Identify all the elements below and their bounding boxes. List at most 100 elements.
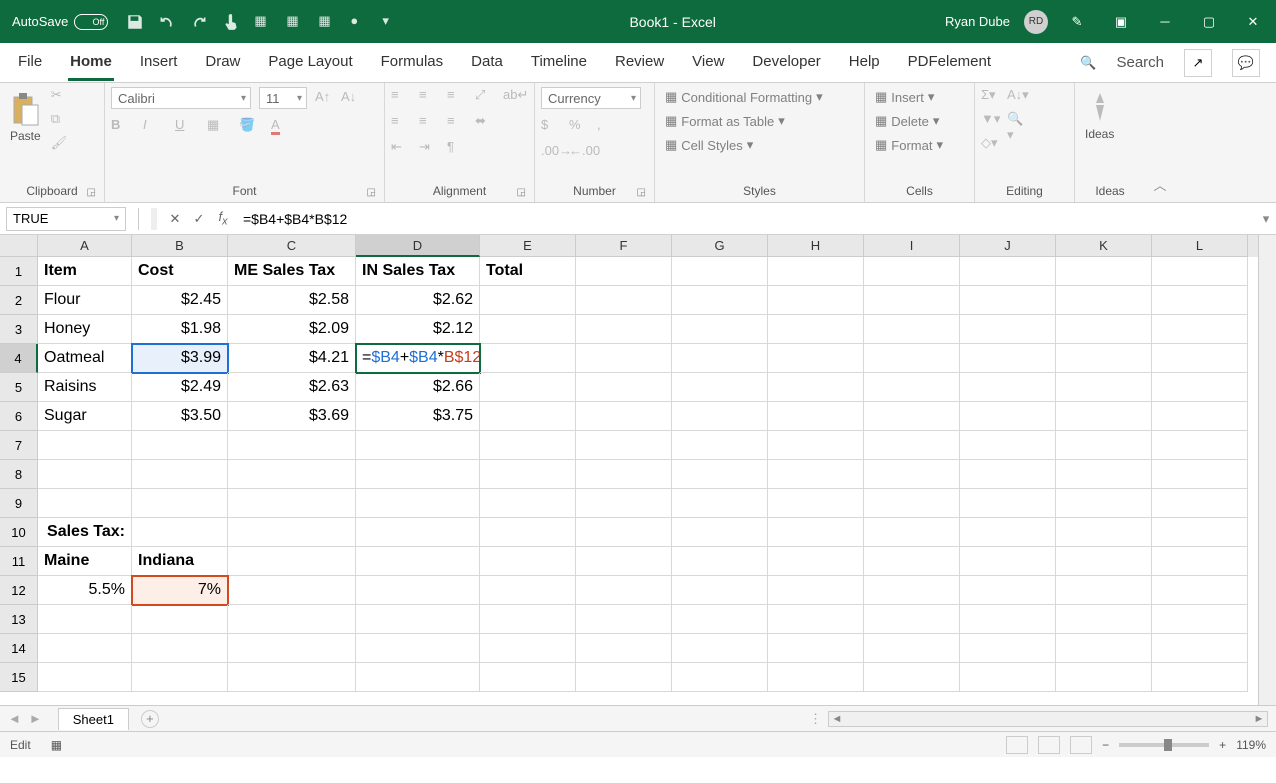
cell-B9[interactable] xyxy=(132,489,228,518)
cell-H15[interactable] xyxy=(768,663,864,692)
cell-C8[interactable] xyxy=(228,460,356,489)
cell-C12[interactable] xyxy=(228,576,356,605)
cell-F10[interactable] xyxy=(576,518,672,547)
cell-L2[interactable] xyxy=(1152,286,1248,315)
tab-page-layout[interactable]: Page Layout xyxy=(266,45,354,81)
row-header-5[interactable]: 5 xyxy=(0,373,38,402)
cell-D13[interactable] xyxy=(356,605,480,634)
tab-view[interactable]: View xyxy=(690,45,726,81)
cell-C2[interactable]: $2.58 xyxy=(228,286,356,315)
collapse-ribbon-icon[interactable]: ︿ xyxy=(1145,83,1175,202)
tab-insert[interactable]: Insert xyxy=(138,45,180,81)
cell-G4[interactable] xyxy=(672,344,768,373)
column-header-B[interactable]: B xyxy=(132,235,228,257)
row-header-9[interactable]: 9 xyxy=(0,489,38,518)
font-color-icon[interactable]: A xyxy=(271,117,289,135)
align-left-icon[interactable]: ≡ xyxy=(391,113,409,131)
cell-G6[interactable] xyxy=(672,402,768,431)
cell-L3[interactable] xyxy=(1152,315,1248,344)
copy-icon[interactable]: ⧉ xyxy=(51,111,69,129)
cell-A4[interactable]: Oatmeal xyxy=(38,344,132,373)
cell-H13[interactable] xyxy=(768,605,864,634)
cell-C11[interactable] xyxy=(228,547,356,576)
cell-K13[interactable] xyxy=(1056,605,1152,634)
cell-F8[interactable] xyxy=(576,460,672,489)
cell-G7[interactable] xyxy=(672,431,768,460)
tab-timeline[interactable]: Timeline xyxy=(529,45,589,81)
cell-D1[interactable]: IN Sales Tax xyxy=(356,257,480,286)
undo-icon[interactable] xyxy=(158,13,176,31)
increase-indent-icon[interactable]: ⇥ xyxy=(419,139,437,157)
column-header-I[interactable]: I xyxy=(864,235,960,257)
cell-B8[interactable] xyxy=(132,460,228,489)
cell-H6[interactable] xyxy=(768,402,864,431)
align-center-icon[interactable]: ≡ xyxy=(419,113,437,131)
row-header-15[interactable]: 15 xyxy=(0,663,38,692)
qat-more-icon[interactable]: ▾ xyxy=(382,13,400,31)
cell-I10[interactable] xyxy=(864,518,960,547)
conditional-formatting-button[interactable]: ▦Conditional Formatting ▾ xyxy=(661,87,827,107)
cell-K15[interactable] xyxy=(1056,663,1152,692)
cell-B11[interactable]: Indiana xyxy=(132,547,228,576)
cell-E8[interactable] xyxy=(480,460,576,489)
number-format-combo[interactable]: Currency xyxy=(541,87,641,109)
cell-L11[interactable] xyxy=(1152,547,1248,576)
share-button[interactable]: ↗ xyxy=(1184,49,1212,77)
cell-J5[interactable] xyxy=(960,373,1056,402)
format-painter-icon[interactable]: 🖌 xyxy=(51,135,69,153)
sort-filter-icon[interactable]: A↓▾ xyxy=(1007,87,1025,105)
column-header-E[interactable]: E xyxy=(480,235,576,257)
cell-L9[interactable] xyxy=(1152,489,1248,518)
cell-B14[interactable] xyxy=(132,634,228,663)
cell-A14[interactable] xyxy=(38,634,132,663)
cell-A15[interactable] xyxy=(38,663,132,692)
qat-icon-3[interactable]: ▦ xyxy=(318,13,336,31)
cell-E2[interactable] xyxy=(480,286,576,315)
cell-E7[interactable] xyxy=(480,431,576,460)
cell-A1[interactable]: Item xyxy=(38,257,132,286)
column-header-K[interactable]: K xyxy=(1056,235,1152,257)
cell-C9[interactable] xyxy=(228,489,356,518)
search-label[interactable]: Search xyxy=(1116,54,1164,71)
column-header-J[interactable]: J xyxy=(960,235,1056,257)
cell-L5[interactable] xyxy=(1152,373,1248,402)
cell-B4[interactable]: $3.99 xyxy=(132,344,228,373)
cell-I5[interactable] xyxy=(864,373,960,402)
cell-I9[interactable] xyxy=(864,489,960,518)
cell-G3[interactable] xyxy=(672,315,768,344)
cell-B1[interactable]: Cost xyxy=(132,257,228,286)
merge-icon[interactable]: ⬌ xyxy=(475,113,493,131)
align-top-icon[interactable]: ≡ xyxy=(391,87,409,105)
expand-formula-bar-icon[interactable]: ▾ xyxy=(1256,211,1276,227)
cell-B6[interactable]: $3.50 xyxy=(132,402,228,431)
number-launcher-icon[interactable]: ◲ xyxy=(637,187,646,198)
cell-I3[interactable] xyxy=(864,315,960,344)
cell-I6[interactable] xyxy=(864,402,960,431)
cell-E3[interactable] xyxy=(480,315,576,344)
cell-E10[interactable] xyxy=(480,518,576,547)
cell-H10[interactable] xyxy=(768,518,864,547)
cell-A7[interactable] xyxy=(38,431,132,460)
row-header-8[interactable]: 8 xyxy=(0,460,38,489)
fill-icon[interactable]: ▼▾ xyxy=(981,111,999,129)
cell-F4[interactable] xyxy=(576,344,672,373)
cell-I4[interactable] xyxy=(864,344,960,373)
minimize-button[interactable]: ─ xyxy=(1150,7,1180,37)
qat-icon-1[interactable]: ▦ xyxy=(254,13,272,31)
font-launcher-icon[interactable]: ◲ xyxy=(367,187,376,198)
tab-home[interactable]: Home xyxy=(68,45,114,81)
scroll-right-icon[interactable]: ► xyxy=(1251,713,1267,725)
cell-L4[interactable] xyxy=(1152,344,1248,373)
cell-H3[interactable] xyxy=(768,315,864,344)
cell-G2[interactable] xyxy=(672,286,768,315)
touch-mode-icon[interactable] xyxy=(222,13,240,31)
column-header-G[interactable]: G xyxy=(672,235,768,257)
qat-icon-2[interactable]: ▦ xyxy=(286,13,304,31)
cell-C4[interactable]: $4.21 xyxy=(228,344,356,373)
cell-D12[interactable] xyxy=(356,576,480,605)
cell-J6[interactable] xyxy=(960,402,1056,431)
comma-icon[interactable]: , xyxy=(597,117,615,135)
cell-C6[interactable]: $3.69 xyxy=(228,402,356,431)
cell-A12[interactable]: 5.5% xyxy=(38,576,132,605)
cell-H5[interactable] xyxy=(768,373,864,402)
